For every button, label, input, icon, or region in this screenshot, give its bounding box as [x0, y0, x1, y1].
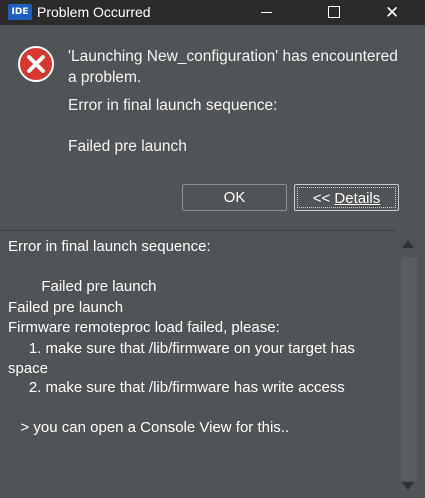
error-reason: Failed pre launch — [68, 138, 187, 155]
details-line: > you can open a Console View for this.. — [8, 419, 290, 436]
close-button[interactable]: ✕ — [369, 0, 415, 25]
error-sub-message: Error in final launch sequence: — [68, 97, 278, 114]
error-message: 'Launching New_configuration' has encoun… — [68, 46, 418, 88]
details-scrollbar[interactable] — [397, 230, 425, 497]
error-icon — [18, 46, 54, 82]
maximize-icon — [328, 6, 340, 18]
details-line: 2. make sure that /lib/firmware has writ… — [8, 379, 345, 396]
details-line: Error in final launch sequence: — [8, 238, 211, 255]
details-line: Failed pre launch — [8, 299, 124, 316]
title-bar: IDE Problem Occurred ✕ — [0, 0, 425, 25]
scroll-up-icon[interactable] — [402, 240, 414, 248]
minimize-button[interactable] — [243, 0, 289, 25]
ok-button[interactable]: OK — [182, 184, 287, 211]
ide-app-icon: IDE — [8, 4, 32, 20]
minimize-icon — [261, 12, 272, 13]
scroll-track[interactable] — [401, 257, 417, 481]
details-button[interactable]: << Details — [294, 184, 399, 211]
error-message-line1: 'Launching New_configuration' has encoun… — [68, 48, 398, 65]
window-title: Problem Occurred — [37, 4, 151, 20]
details-line: 1. make sure that /lib/firmware on your … — [8, 340, 355, 357]
details-line: Firmware remoteproc load failed, please: — [8, 319, 280, 336]
details-button-prefix: << — [312, 190, 335, 207]
error-message-line2: a problem. — [68, 69, 142, 86]
maximize-button[interactable] — [309, 0, 355, 25]
details-button-label: Details — [334, 190, 381, 207]
details-line: space — [8, 360, 49, 377]
details-line: Failed pre launch — [8, 278, 157, 295]
details-text-area[interactable]: Error in final launch sequence: Failed p… — [0, 230, 397, 498]
scroll-down-icon[interactable] — [402, 482, 414, 490]
close-icon: ✕ — [385, 3, 400, 23]
details-button-focus: << Details — [297, 187, 396, 208]
